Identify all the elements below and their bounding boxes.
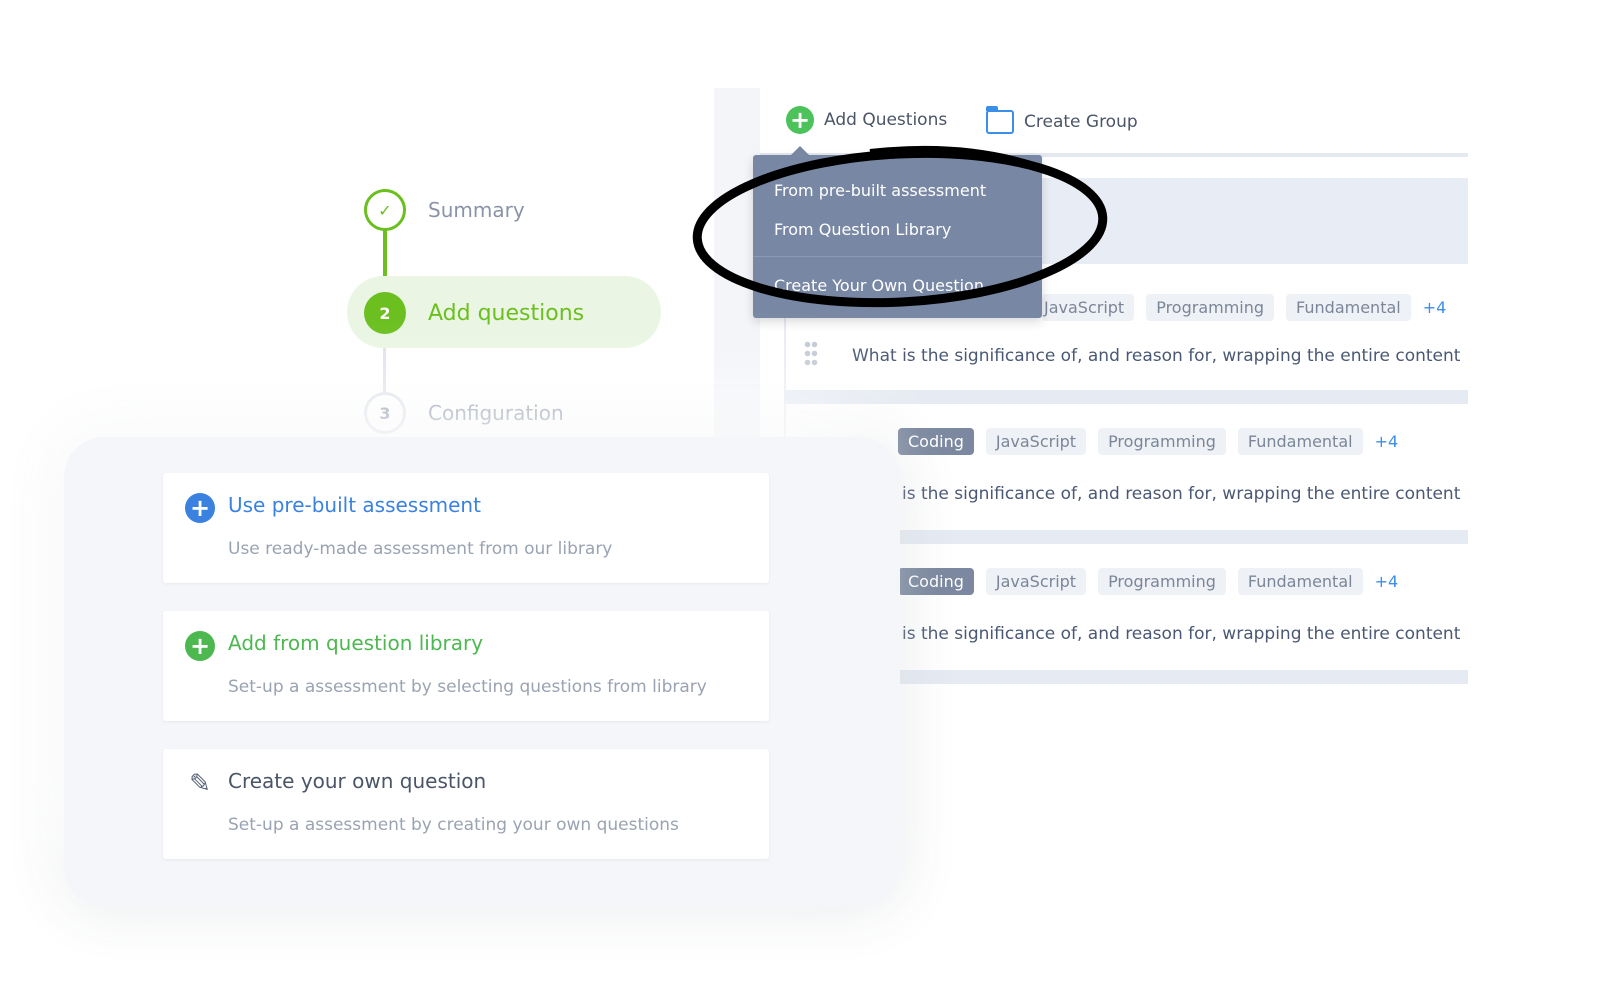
option-title: Add from question library [228, 631, 484, 655]
tag: JavaScript [985, 568, 1087, 595]
create-group-label: Create Group [1024, 112, 1138, 132]
step-number: 3 [364, 392, 406, 434]
option-create-own[interactable]: ✎ Create your own question Set-up a asse… [163, 749, 769, 859]
more-tags[interactable]: +4 [1375, 572, 1399, 591]
step-number: 2 [364, 292, 406, 334]
add-questions-label: Add Questions [824, 110, 948, 130]
pencil-icon: ✎ [189, 769, 211, 799]
step-add-questions[interactable]: 2 Add questions [364, 292, 584, 334]
tag: Fundamental [1237, 428, 1363, 455]
step-label: Add questions [428, 300, 585, 326]
drag-handle-icon[interactable] [804, 340, 818, 366]
tag: Programming [1146, 294, 1275, 321]
tag: Coding [898, 428, 974, 455]
option-question-library[interactable]: + Add from question library Set-up a ass… [163, 611, 769, 721]
more-tags[interactable]: +4 [1423, 298, 1447, 317]
option-title: Use pre-built assessment [228, 493, 481, 517]
question-text: What is the significance of, and reason … [852, 346, 1461, 366]
option-description: Use ready-made assessment from our libra… [228, 539, 613, 559]
plus-circle-icon: + [185, 493, 215, 523]
more-tags[interactable]: +4 [1375, 432, 1399, 451]
step-configuration[interactable]: 3 Configuration [364, 392, 564, 434]
option-description: Set-up a assessment by selecting questio… [228, 677, 707, 697]
tag: Fundamental [1237, 568, 1363, 595]
step-summary[interactable]: ✓ Summary [364, 189, 525, 231]
question-text: is the significance of, and reason for, … [902, 624, 1461, 644]
highlight-circle-annotation [692, 145, 1108, 308]
tag: Fundamental [1286, 294, 1411, 321]
option-description: Set-up a assessment by creating your own… [228, 815, 679, 835]
step-label: Configuration [428, 401, 564, 425]
option-title: Create your own question [228, 769, 487, 793]
question-text: is the significance of, and reason for, … [902, 484, 1461, 504]
step-label: Summary [428, 198, 525, 222]
tag: Programming [1098, 568, 1226, 595]
tag: Coding [898, 568, 974, 595]
tag: Programming [1098, 428, 1226, 455]
plus-circle-icon: + [185, 631, 215, 661]
option-prebuilt-assessment[interactable]: + Use pre-built assessment Use ready-mad… [163, 473, 769, 583]
check-icon: ✓ [364, 189, 406, 231]
row-separator [784, 390, 1468, 404]
tag: JavaScript [985, 428, 1087, 455]
